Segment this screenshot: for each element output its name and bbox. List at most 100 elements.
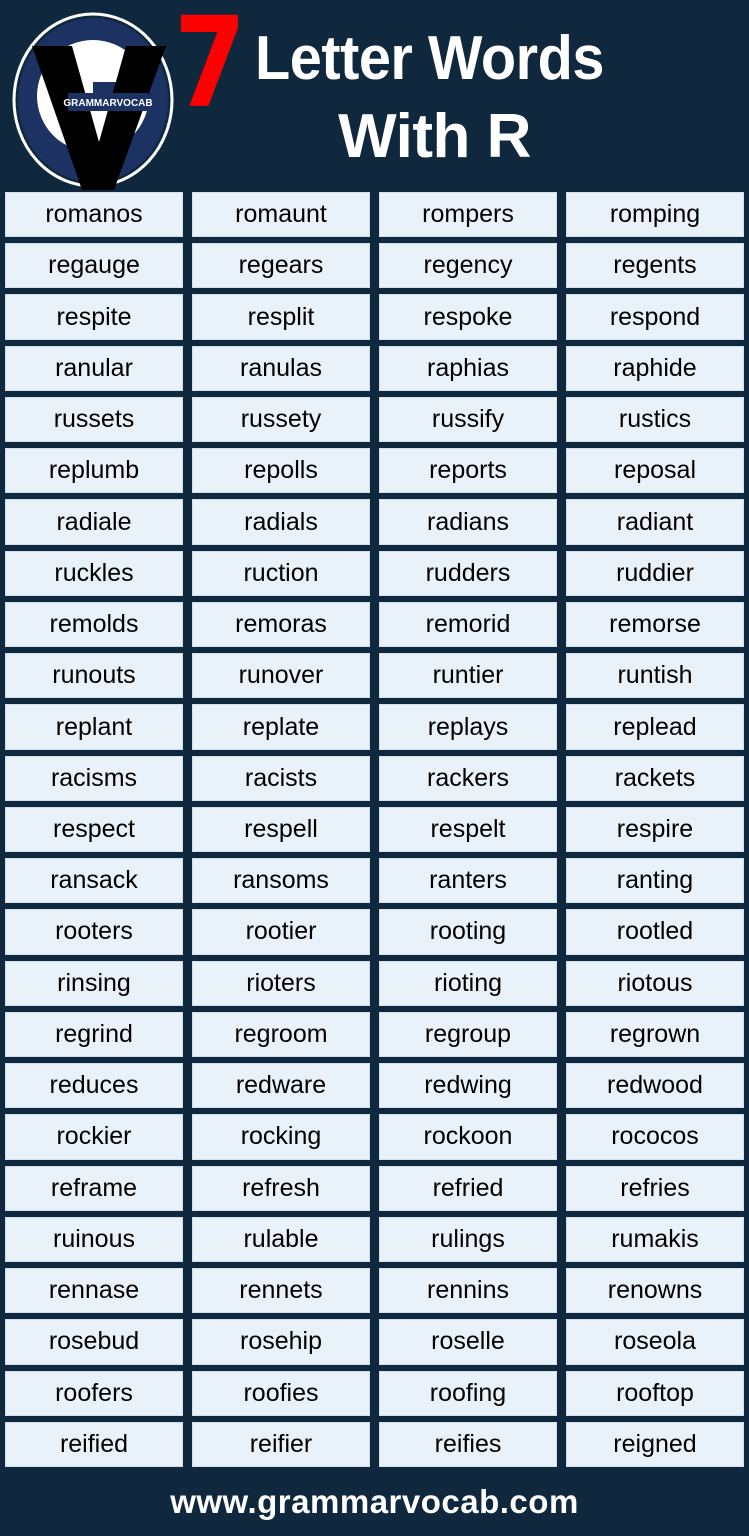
- word-cell: reified: [5, 1421, 183, 1467]
- word-cell: regauge: [5, 243, 183, 289]
- word-cell: radians: [379, 499, 557, 545]
- word-cell: regroom: [192, 1011, 370, 1058]
- logo-mark-icon: GRAMMARVOCAB: [12, 12, 174, 190]
- word-cell: romping: [566, 192, 744, 238]
- logo-brand-text: GRAMMARVOCAB: [63, 98, 152, 109]
- word-cell: rockier: [5, 1114, 183, 1160]
- word-cell: replead: [566, 704, 744, 750]
- word-cell: respect: [5, 806, 183, 853]
- word-cell: reduces: [5, 1063, 183, 1109]
- word-cell: russets: [5, 396, 183, 443]
- word-cell: rackers: [379, 755, 557, 801]
- word-cell: rootier: [192, 909, 370, 955]
- page-title-line1: Letter Words: [254, 24, 604, 93]
- word-cell: rudders: [379, 550, 557, 596]
- word-cell: resplit: [192, 294, 370, 340]
- word-cell: repolls: [192, 448, 370, 494]
- word-cell: riotous: [566, 960, 744, 1006]
- word-cell: respelt: [379, 806, 557, 853]
- word-cell: ranular: [5, 345, 183, 391]
- word-cell: reifies: [379, 1421, 557, 1467]
- page-footer: www.grammarvocab.com: [0, 1467, 749, 1536]
- word-cell: runtish: [566, 653, 744, 699]
- word-cell: respite: [5, 294, 183, 340]
- word-cell: rennase: [5, 1268, 183, 1314]
- word-cell: runouts: [5, 653, 183, 699]
- word-cell: regrind: [5, 1011, 183, 1058]
- website-url: www.grammarvocab.com: [170, 1482, 579, 1520]
- word-cell: reports: [379, 448, 557, 494]
- word-cell: rooftop: [566, 1370, 744, 1416]
- word-cell: ruddier: [566, 550, 744, 596]
- word-cell: rosehip: [192, 1319, 370, 1365]
- word-cell: racisms: [5, 755, 183, 801]
- word-grid: romanos romaunt rompers romping regauge regea…: [0, 192, 749, 1467]
- word-cell: ransoms: [192, 858, 370, 904]
- word-cell: radiale: [5, 499, 183, 545]
- word-cell: refries: [566, 1165, 744, 1211]
- word-cell: radials: [192, 499, 370, 545]
- word-cell: racists: [192, 755, 370, 801]
- word-cell: runtier: [379, 653, 557, 699]
- word-cell: rulable: [192, 1216, 370, 1263]
- page-header: GRAMMARVOCAB 7 Letter Words With R: [0, 0, 749, 192]
- word-cell: radiant: [566, 499, 744, 545]
- word-cell: ranting: [566, 858, 744, 904]
- word-cell: respire: [566, 806, 744, 853]
- word-cell: ruinous: [5, 1216, 183, 1263]
- word-cell: remorid: [379, 601, 557, 648]
- word-cell: regears: [192, 243, 370, 289]
- header-title-block: 7 Letter Words With R: [174, 0, 749, 172]
- word-cell: ruction: [192, 550, 370, 596]
- word-cell: rustics: [566, 396, 744, 443]
- header-title-row: 7 Letter Words: [174, 0, 749, 136]
- word-cell: roofies: [192, 1370, 370, 1416]
- word-cell: reifier: [192, 1421, 370, 1467]
- word-cell: romaunt: [192, 192, 370, 238]
- word-cell: rosebud: [5, 1319, 183, 1365]
- word-cell: redwing: [379, 1063, 557, 1109]
- word-cell: rinsing: [5, 960, 183, 1006]
- word-cell: rockoon: [379, 1114, 557, 1160]
- word-cell: runover: [192, 653, 370, 699]
- word-cell: roselle: [379, 1319, 557, 1365]
- word-cell: rootled: [566, 909, 744, 955]
- word-cell: redwood: [566, 1063, 744, 1109]
- word-cell: raphide: [566, 345, 744, 391]
- word-cell: regents: [566, 243, 744, 289]
- word-cell: reigned: [566, 1421, 744, 1467]
- word-cell: respond: [566, 294, 744, 340]
- page-title-line2: With R: [338, 102, 531, 172]
- word-list-page: GRAMMARVOCAB 7 Letter Words With R roman…: [0, 0, 749, 1536]
- word-cell: replate: [192, 704, 370, 750]
- word-cell: rooters: [5, 909, 183, 955]
- word-cell: rennins: [379, 1268, 557, 1314]
- word-cell: rompers: [379, 192, 557, 238]
- word-cell: refried: [379, 1165, 557, 1211]
- word-cell: regrown: [566, 1011, 744, 1058]
- word-cell: rioters: [192, 960, 370, 1006]
- word-length-number: 7: [174, 0, 246, 136]
- word-cell: romanos: [5, 192, 183, 238]
- word-cell: reposal: [566, 448, 744, 494]
- word-cell: rioting: [379, 960, 557, 1006]
- word-cell: reframe: [5, 1165, 183, 1211]
- word-cell: renowns: [566, 1268, 744, 1314]
- word-cell: regency: [379, 243, 557, 289]
- word-cell: rococos: [566, 1114, 744, 1160]
- word-cell: rumakis: [566, 1216, 744, 1263]
- word-cell: ranters: [379, 858, 557, 904]
- word-cell: redware: [192, 1063, 370, 1109]
- word-cell: roseola: [566, 1319, 744, 1365]
- word-cell: replant: [5, 704, 183, 750]
- word-cell: raphias: [379, 345, 557, 391]
- word-cell: russify: [379, 396, 557, 443]
- word-cell: respell: [192, 806, 370, 853]
- word-cell: rulings: [379, 1216, 557, 1263]
- word-cell: rennets: [192, 1268, 370, 1314]
- word-cell: ranulas: [192, 345, 370, 391]
- word-cell: remoras: [192, 601, 370, 648]
- word-cell: replumb: [5, 448, 183, 494]
- word-cell: rocking: [192, 1114, 370, 1160]
- word-cell: refresh: [192, 1165, 370, 1211]
